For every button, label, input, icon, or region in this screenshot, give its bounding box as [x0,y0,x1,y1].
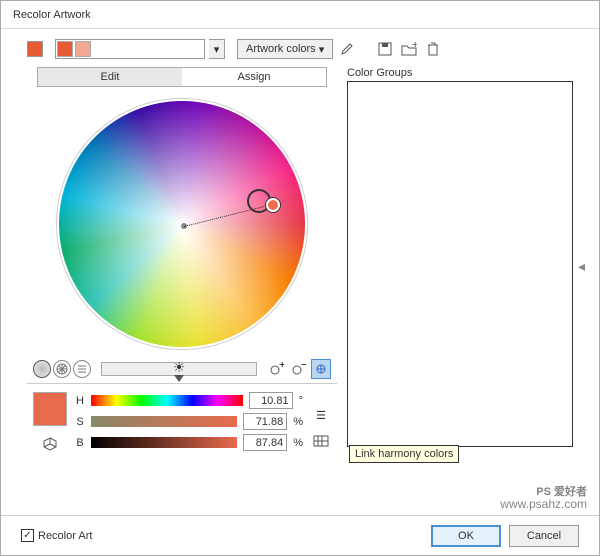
hue-slider[interactable] [91,395,243,406]
recolor-art-label: Recolor Art [38,530,92,542]
dialog-content: ▾ Artwork colors ▾ + Edit Assign [1,29,599,515]
color-wheel-container [27,93,337,355]
footer-buttons: OK Cancel [431,525,579,547]
color-groups-label: Color Groups [347,67,573,79]
hue-input[interactable] [249,392,293,409]
dialog-footer: ✓ Recolor Art OK Cancel [1,515,599,555]
top-toolbar: ▾ Artwork colors ▾ + [27,39,573,59]
edit-icon[interactable] [337,39,357,59]
tab-assign[interactable]: Assign [182,68,326,86]
current-color-swatch[interactable] [33,392,67,426]
wheel-tools: ☀ + − [27,355,337,383]
smooth-wheel-icon[interactable] [33,360,51,378]
sun-icon: ☀ [173,359,186,376]
preset-dropdown-arrow[interactable]: ▾ [209,39,225,59]
hue-row: H ° [75,392,303,409]
brightness-slider[interactable]: ☀ [101,362,257,376]
recolor-dialog: Recolor Artwork ▾ Artwork colors ▾ + Edi… [0,0,600,556]
hsb-options: ☰ [311,392,331,454]
sat-input[interactable] [243,413,287,430]
brightness-thumb[interactable] [174,375,184,382]
link-harmony-icon[interactable] [311,359,331,379]
wheel-color-handle[interactable] [266,198,280,212]
window-title: Recolor Artwork [13,9,91,21]
colors-mode-button[interactable]: Artwork colors ▾ [237,39,333,59]
active-color-swatch[interactable] [27,41,43,57]
bars-icon[interactable] [73,360,91,378]
ok-button[interactable]: OK [431,525,501,547]
hsb-sliders: H ° S % B [75,392,303,454]
svg-text:+: + [412,42,417,51]
bri-slider[interactable] [91,437,237,448]
sat-label: S [75,416,85,428]
save-icon[interactable] [375,39,395,59]
color-model-icon[interactable] [40,434,60,454]
preset-dropdown[interactable] [55,39,205,59]
sat-unit: % [293,416,303,428]
color-wheel[interactable] [57,99,307,349]
sat-row: S % [75,413,303,430]
segmented-wheel-icon[interactable] [53,360,71,378]
tab-edit[interactable]: Edit [38,68,182,86]
preset-swatch-2 [75,41,91,57]
bri-input[interactable] [243,434,287,451]
sat-slider[interactable] [91,416,237,427]
expand-arrow-icon[interactable]: ◂ [578,258,590,270]
color-groups-panel: Color Groups ◂ [347,67,573,447]
remove-color-icon[interactable]: − [289,359,309,379]
preset-swatch-1 [57,41,73,57]
delete-icon[interactable] [423,39,443,59]
checkbox-icon: ✓ [21,529,34,542]
color-groups-list[interactable]: ◂ [347,81,573,447]
bri-unit: % [293,437,303,449]
tab-bar: Edit Assign [37,67,327,87]
bri-row: B % [75,434,303,451]
main-columns: Edit Assign ☀ [27,67,573,447]
add-color-icon[interactable]: + [267,359,287,379]
svg-text:−: − [301,362,306,371]
new-group-icon[interactable]: + [399,39,419,59]
hue-label: H [75,395,85,407]
titlebar: Recolor Artwork [1,1,599,29]
tooltip: Link harmony colors [349,445,459,463]
bri-label: B [75,437,85,449]
cancel-button[interactable]: Cancel [509,525,579,547]
edit-panel: Edit Assign ☀ [27,67,337,447]
hue-unit: ° [299,395,303,407]
hsb-panel: H ° S % B [27,383,337,462]
svg-text:+: + [279,362,284,371]
slider-menu-icon[interactable]: ☰ [311,405,331,425]
recolor-art-checkbox[interactable]: ✓ Recolor Art [21,529,92,542]
swatch-limit-icon[interactable] [311,431,331,451]
